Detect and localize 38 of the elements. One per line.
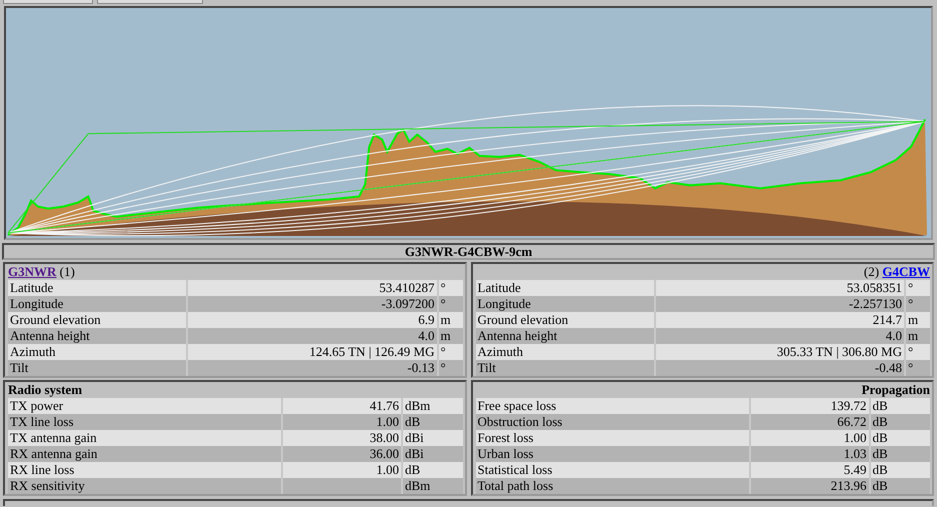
panel-title: Propagation bbox=[862, 382, 930, 397]
unit-label: m bbox=[907, 328, 920, 344]
unit-label: ° bbox=[907, 280, 914, 296]
profile-title: G3NWR-G4CBW-9cm bbox=[2, 243, 935, 260]
row-label: RX sensitivity bbox=[8, 478, 283, 494]
row-label: Total path loss bbox=[476, 478, 750, 494]
unit-label: ° bbox=[907, 360, 914, 376]
unit-label: ° bbox=[440, 296, 447, 312]
unit-label: dBi bbox=[404, 430, 425, 446]
unit-label: m bbox=[907, 312, 920, 328]
site-link[interactable]: G4CBW bbox=[882, 264, 930, 279]
unit-label: dB bbox=[872, 398, 889, 414]
unit-label: dBm bbox=[404, 398, 432, 414]
unit-label: dB bbox=[404, 462, 422, 478]
site-number: (1) bbox=[60, 264, 75, 279]
unit-label: dB bbox=[872, 446, 889, 462]
unit-label: dB bbox=[872, 478, 889, 494]
row-value: -0.48 bbox=[656, 360, 906, 376]
panel-title: Radio system bbox=[8, 382, 82, 397]
unit-label: dB bbox=[872, 462, 889, 478]
unit-label: m bbox=[440, 328, 452, 344]
row-label: Tilt bbox=[8, 360, 188, 376]
row-value: -0.13 bbox=[188, 360, 438, 376]
unit-label: dB bbox=[872, 430, 889, 446]
unit-label: ° bbox=[440, 344, 447, 360]
unit-label: dBm bbox=[404, 478, 432, 494]
unit-label: dB bbox=[404, 414, 422, 430]
site-link[interactable]: G3NWR bbox=[8, 264, 56, 279]
unit-label: ° bbox=[907, 344, 914, 360]
site-number: (2) bbox=[864, 264, 880, 279]
unit-label: m bbox=[440, 312, 452, 328]
row-label: Tilt bbox=[476, 360, 656, 376]
unit-label: ° bbox=[440, 360, 447, 376]
unit-label: ° bbox=[907, 296, 914, 312]
unit-label: dBi bbox=[404, 446, 425, 462]
unit-label: ° bbox=[440, 280, 447, 296]
unit-label: dB bbox=[872, 414, 889, 430]
row-value: 213.96 bbox=[750, 478, 870, 494]
